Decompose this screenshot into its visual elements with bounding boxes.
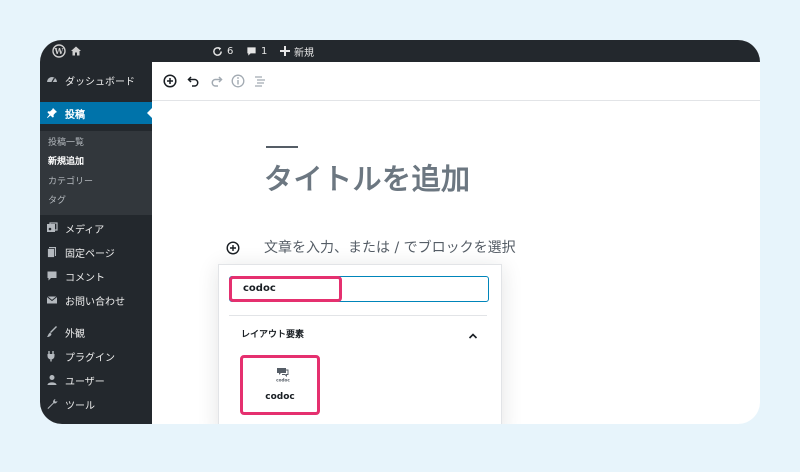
dashboard-icon [47, 77, 57, 83]
wordpress-logo-icon[interactable]: W [52, 40, 66, 62]
home-icon[interactable] [70, 40, 82, 62]
updates-count: 6 [227, 45, 234, 57]
media-icon [47, 222, 58, 232]
sidebar-item-tools[interactable]: ツール [40, 393, 152, 415]
plugin-icon [47, 351, 55, 362]
admin-sidebar: ダッシュボード 投稿 投稿一覧 新規追加 カテゴリー タグ メディア 固定ページ… [40, 62, 152, 424]
default-block-appender[interactable]: 文章を入力、または / でブロックを選択 [264, 237, 516, 257]
info-icon[interactable] [230, 73, 246, 89]
refresh-icon [213, 46, 222, 56]
sidebar-item-pages[interactable]: 固定ページ [40, 241, 152, 263]
submenu-add-new[interactable]: 新規追加 [48, 154, 84, 167]
mail-icon [46, 296, 58, 304]
codoc-block-icon: codoc [274, 367, 292, 383]
sidebar-item-plugins[interactable]: プラグイン [40, 345, 152, 367]
title-separator [266, 146, 298, 148]
sidebar-item-posts[interactable]: 投稿 [40, 102, 152, 124]
post-title-input[interactable]: タイトルを追加 [264, 156, 471, 198]
sidebar-item-contact[interactable]: お問い合わせ [40, 289, 152, 311]
posts-submenu: 投稿一覧 新規追加 カテゴリー タグ [40, 131, 152, 215]
outline-icon[interactable] [252, 73, 268, 89]
sidebar-item-comments[interactable]: コメント [40, 265, 152, 287]
submenu-categories[interactable]: カテゴリー [48, 174, 93, 187]
editor-toolbar [152, 62, 760, 101]
codoc-icon-text: codoc [276, 378, 290, 383]
admin-bar: W 6 1 新規 [40, 40, 760, 62]
panel-title-layout[interactable]: レイアウト要素 [241, 327, 304, 340]
new-content-button[interactable]: 新規 [280, 40, 314, 62]
comments-count: 1 [261, 45, 268, 57]
pages-icon [47, 247, 56, 258]
submenu-all-posts[interactable]: 投稿一覧 [48, 135, 84, 148]
sidebar-item-users[interactable]: ユーザー [40, 369, 152, 391]
comments-button[interactable]: 1 [246, 40, 267, 62]
sidebar-item-media[interactable]: メディア [40, 217, 152, 239]
svg-text:W: W [54, 46, 65, 56]
add-block-icon[interactable] [162, 73, 178, 89]
pin-icon [47, 108, 57, 118]
brush-icon [47, 326, 57, 337]
undo-icon[interactable] [186, 73, 202, 89]
user-icon [47, 375, 57, 385]
block-search-input[interactable] [230, 277, 493, 299]
comment-icon [47, 271, 57, 281]
plus-icon [280, 46, 290, 56]
sidebar-item-appearance[interactable]: 外観 [40, 321, 152, 343]
comment-bubble-icon [247, 46, 256, 56]
inline-inserter-icon[interactable] [226, 240, 240, 255]
app-window: W 6 1 新規 ダッシュボード 投稿 投稿一覧 新規追加 カテゴリー タグ メ… [40, 40, 760, 424]
wrench-icon [47, 399, 58, 409]
popover-divider [229, 315, 487, 316]
block-inserter-popover: レイアウト要素 codoc codoc [218, 264, 502, 424]
updates-button[interactable]: 6 [212, 40, 233, 62]
codoc-block-button[interactable]: codoc codoc [240, 355, 320, 415]
chevron-up-icon[interactable] [467, 327, 479, 339]
block-search-box [229, 276, 493, 302]
submenu-tags[interactable]: タグ [48, 193, 66, 206]
redo-icon[interactable] [208, 73, 224, 89]
new-content-label: 新規 [294, 47, 314, 59]
codoc-block-label: codoc [265, 392, 295, 402]
sidebar-item-dashboard[interactable]: ダッシュボード [40, 69, 152, 91]
